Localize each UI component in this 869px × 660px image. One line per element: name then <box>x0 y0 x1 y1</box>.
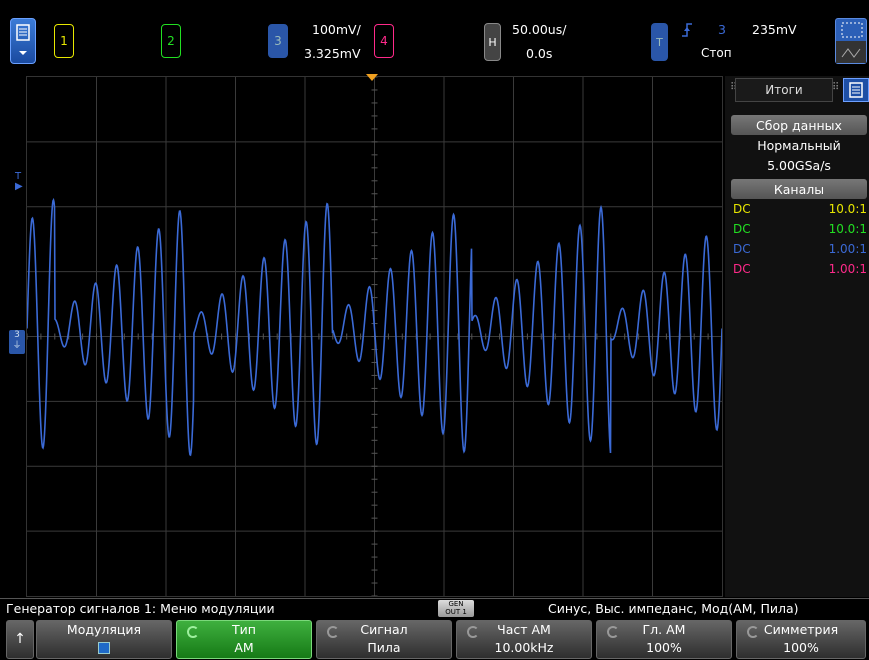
menu-icon <box>16 24 30 55</box>
channel-1-button[interactable]: 1 <box>54 24 74 58</box>
back-arrow-icon: ↑ <box>14 631 26 647</box>
status-left-text: Генератор сигналов 1: Меню модуляции <box>6 601 275 616</box>
acquisition-header: Сбор данных <box>731 115 867 135</box>
trigger-level-marker[interactable]: T ▶ <box>15 172 27 192</box>
channel-1-label: 1 <box>60 34 68 48</box>
trigger-level-marker-label: T <box>15 171 22 182</box>
selection-icon <box>836 22 866 63</box>
channel-2-button[interactable]: 2 <box>161 24 181 58</box>
horizontal-label: H <box>488 35 497 49</box>
rotate-knob-icon <box>747 626 759 638</box>
tab-results-label: Итоги <box>765 83 803 97</box>
channel-4-label: 4 <box>380 34 388 48</box>
channel-2-row: DC 10.0:1 <box>731 222 867 240</box>
time-delay: 0.0s <box>526 46 553 61</box>
sample-rate: 5.00GSa/s <box>767 158 831 173</box>
channel-3-coupling: DC <box>733 242 751 256</box>
panel-menu-button[interactable] <box>843 78 869 102</box>
gen-badge-line1: GEN <box>448 600 464 608</box>
horizontal-button[interactable]: H <box>484 23 501 61</box>
vertical-scale: 100mV/ <box>312 22 361 37</box>
trigger-label: T <box>656 35 663 49</box>
softkey-symmetry-value: 100% <box>783 640 819 655</box>
gen-badge-line2: OUT 1 <box>445 608 467 616</box>
channel-4-button[interactable]: 4 <box>374 24 394 58</box>
acquisition-mode: Нормальный <box>757 138 841 153</box>
status-right-text: Синус, Выс. импеданс, Мод(AM, Пила) <box>548 601 799 616</box>
rotate-knob-icon <box>607 626 619 638</box>
softkey-modulation[interactable]: Модуляция <box>36 620 172 659</box>
trigger-source: 3 <box>718 22 726 37</box>
softkey-am-depth-value: 100% <box>646 640 682 655</box>
softkey-type-value: AM <box>234 640 254 655</box>
softkey-am-freq-value: 10.00kHz <box>494 640 554 655</box>
softkey-modulation-label: Модуляция <box>66 622 142 637</box>
rotate-knob-icon <box>187 626 199 638</box>
trigger-button[interactable]: T <box>651 23 668 61</box>
channel-2-coupling: DC <box>733 222 751 236</box>
trigger-level: 235mV <box>752 22 797 37</box>
waveform-display[interactable] <box>26 76 723 597</box>
channel-1-coupling: DC <box>733 202 751 216</box>
channel-3-button[interactable]: 3 <box>268 24 288 58</box>
channel-3-ground-label: 3 <box>14 330 20 340</box>
vertical-offset: 3.325mV <box>304 46 361 61</box>
graticule <box>26 76 723 597</box>
gen-out-badge: GEN OUT 1 <box>438 600 474 617</box>
softkey-symmetry[interactable]: Симметрия 100% <box>736 620 866 659</box>
softkey-am-freq[interactable]: Част AM 10.00kHz <box>456 620 592 659</box>
channel-3-ground-marker[interactable]: 3 ⏚ <box>9 330 25 354</box>
channels-header: Каналы <box>731 179 867 199</box>
softkey-type[interactable]: Тип AM <box>176 620 312 659</box>
channel-1-probe: 10.0:1 <box>828 202 867 216</box>
panel-drag-handle-icon[interactable]: ⠿ <box>832 82 839 93</box>
tab-results[interactable]: Итоги <box>735 78 833 102</box>
panel-menu-icon <box>849 82 863 98</box>
selection-mode-button[interactable] <box>835 18 867 64</box>
back-button[interactable]: ↑ <box>6 620 34 659</box>
softkey-am-depth[interactable]: Гл. AM 100% <box>596 620 732 659</box>
channel-1-row: DC 10.0:1 <box>731 202 867 220</box>
channel-3-label: 3 <box>274 34 282 48</box>
channel-2-probe: 10.0:1 <box>828 222 867 236</box>
rotate-knob-icon <box>327 626 339 638</box>
channel-4-probe: 1.00:1 <box>828 262 867 276</box>
channel-3-probe: 1.00:1 <box>828 242 867 256</box>
checkbox-icon <box>98 642 110 654</box>
run-state: Стоп <box>701 46 732 60</box>
trigger-position-marker[interactable] <box>364 73 380 83</box>
top-bar <box>0 0 869 76</box>
time-scale: 50.00us/ <box>512 22 567 37</box>
channel-4-row: DC 1.00:1 <box>731 262 867 280</box>
channel-2-label: 2 <box>167 34 175 48</box>
rising-edge-icon <box>682 23 692 37</box>
softkey-signal-value: Пила <box>367 640 401 655</box>
softkey-signal[interactable]: Сигнал Пила <box>316 620 452 659</box>
channel-4-coupling: DC <box>733 262 751 276</box>
rotate-knob-icon <box>467 626 479 638</box>
channel-3-row: DC 1.00:1 <box>731 242 867 260</box>
main-menu-button[interactable] <box>10 18 36 64</box>
